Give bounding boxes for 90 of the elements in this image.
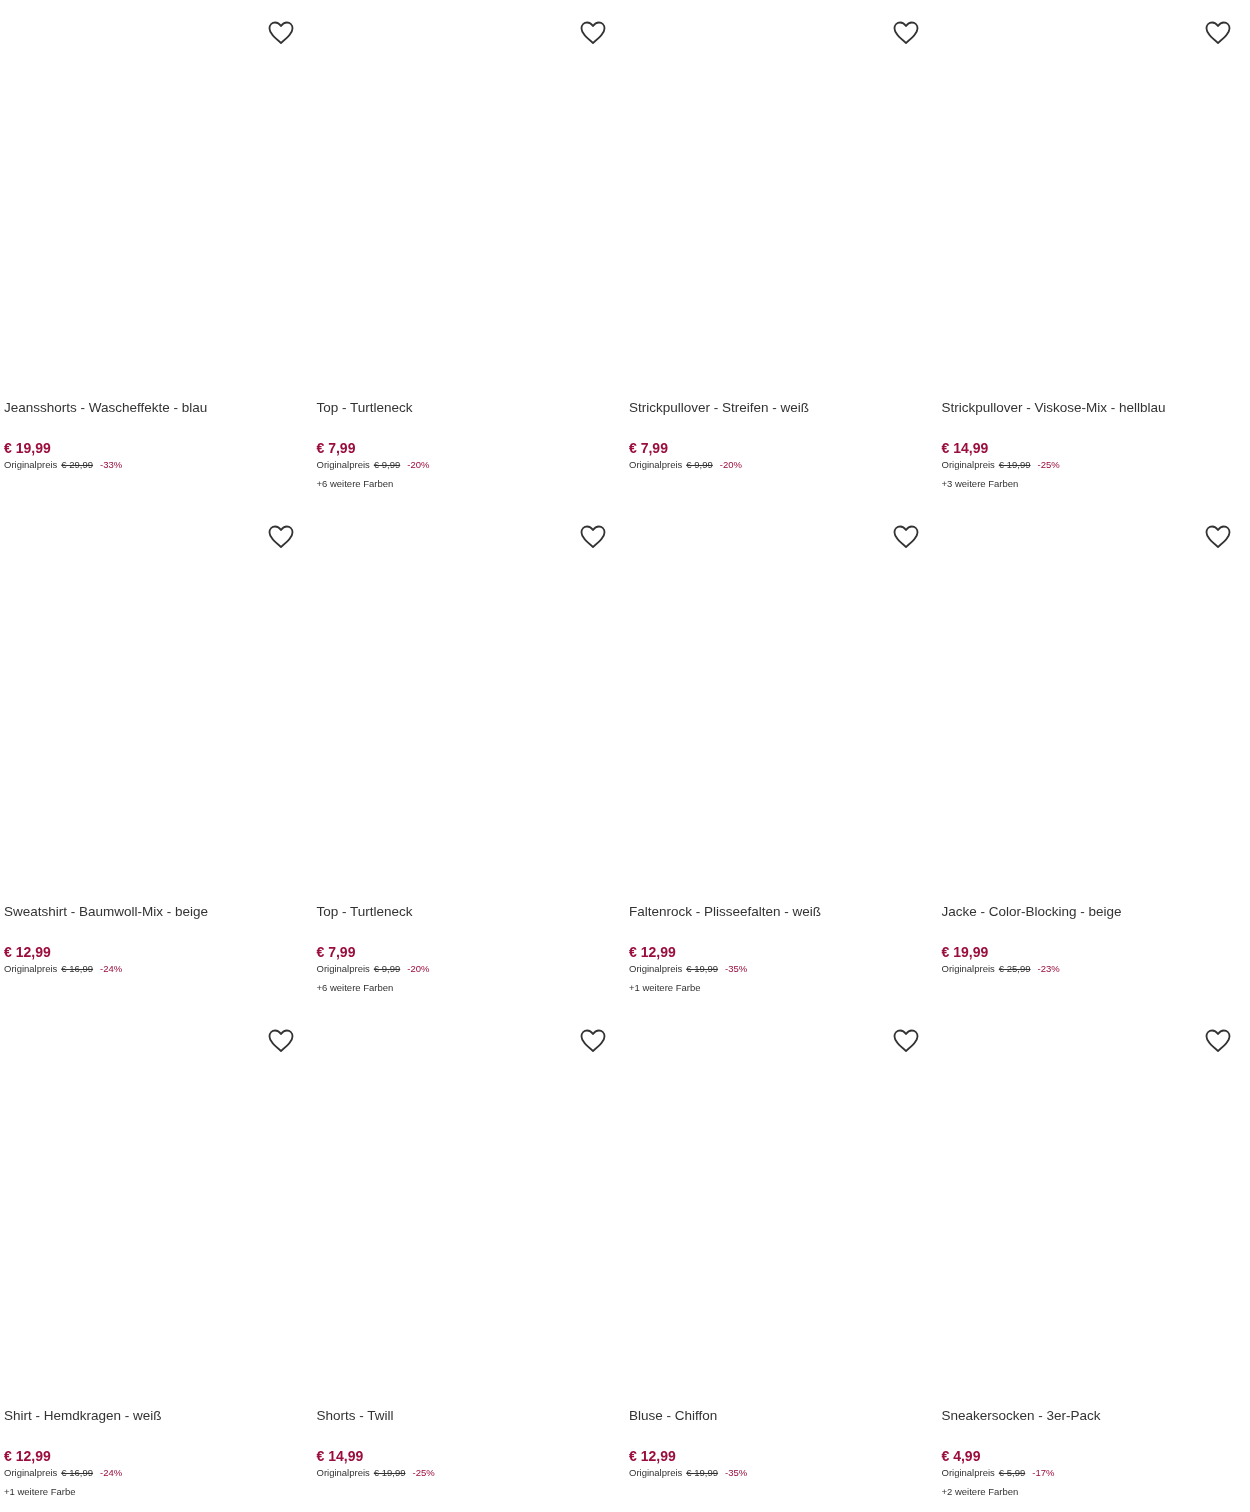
original-price-label: Originalpreis [941, 962, 995, 976]
original-price: € 29,99 [61, 458, 94, 472]
original-price-label: Originalpreis [316, 458, 370, 472]
original-price: € 9,99 [686, 458, 713, 472]
wishlist-button[interactable] [1204, 19, 1232, 47]
original-price: € 16,99 [61, 962, 94, 976]
discount: -35% [725, 1466, 748, 1480]
original-price-label: Originalpreis [629, 1466, 683, 1480]
more-colors[interactable]: +3 weitere Farben [941, 478, 1019, 489]
original-price: € 19,99 [686, 1466, 719, 1480]
original-price-label: Originalpreis [629, 962, 683, 976]
heart-icon [580, 525, 606, 549]
original-price-label: Originalpreis [4, 458, 58, 472]
wishlist-button[interactable] [1204, 523, 1232, 551]
discount: -25% [412, 1466, 435, 1480]
heart-icon [1205, 1029, 1231, 1053]
product-price: € 12,99 [629, 1448, 676, 1464]
product-price: € 19,99 [941, 944, 989, 960]
product-title[interactable]: Sweatshirt - Baumwoll-Mix - beige [4, 904, 209, 919]
product-title[interactable]: Shirt - Hemdkragen - weiß [4, 1408, 162, 1423]
wishlist-button[interactable] [1204, 1027, 1232, 1055]
product-price: € 4,99 [941, 1448, 981, 1464]
product-price: € 7,99 [629, 440, 668, 456]
more-colors[interactable]: +1 weitere Farbe [629, 982, 701, 993]
product-price: € 7,99 [316, 944, 356, 960]
wishlist-button[interactable] [579, 1027, 607, 1055]
discount: -35% [725, 962, 748, 976]
discount: -23% [1037, 962, 1060, 976]
heart-icon [580, 1029, 606, 1053]
product-title[interactable]: Faltenrock - Plisseefalten - weiß [629, 904, 822, 919]
product-price: € 12,99 [629, 944, 676, 960]
original-price-label: Originalpreis [4, 1466, 58, 1480]
product-price: € 12,99 [4, 944, 51, 960]
product-title[interactable]: Top - Turtleneck [316, 400, 413, 415]
original-price-label: Originalpreis [941, 458, 995, 472]
heart-icon [580, 21, 606, 45]
more-colors[interactable]: +6 weitere Farben [316, 982, 394, 993]
original-price-label: Originalpreis [316, 1466, 370, 1480]
original-price: € 9,99 [373, 962, 401, 976]
wishlist-button[interactable] [579, 19, 607, 47]
more-colors[interactable]: +6 weitere Farben [316, 478, 394, 489]
discount: -33% [100, 458, 123, 472]
wishlist-button[interactable] [266, 19, 295, 47]
discount: -24% [100, 1466, 123, 1480]
more-colors[interactable]: +1 weitere Farbe [4, 1486, 76, 1497]
original-price: € 19,99 [373, 1466, 406, 1480]
discount: -24% [100, 962, 123, 976]
original-price: € 5,99 [998, 1466, 1026, 1480]
heart-icon [892, 1029, 919, 1053]
product-price: € 19,99 [4, 440, 51, 456]
product-price: € 12,99 [4, 1448, 51, 1464]
original-price: € 25,99 [998, 962, 1031, 976]
product-title[interactable]: Jacke - Color-Blocking - beige [941, 904, 1122, 919]
wishlist-button[interactable] [891, 19, 920, 47]
wishlist-button[interactable] [579, 523, 607, 551]
heart-icon [892, 21, 919, 45]
discount: -20% [407, 962, 430, 976]
original-price: € 16,99 [61, 1466, 94, 1480]
original-price-label: Originalpreis [941, 1466, 995, 1480]
original-price-label: Originalpreis [316, 962, 370, 976]
discount: -25% [1037, 458, 1060, 472]
heart-icon [892, 525, 919, 549]
heart-icon [1205, 525, 1231, 549]
wishlist-button[interactable] [266, 523, 295, 551]
product-price: € 14,99 [941, 440, 989, 456]
product-title[interactable]: Jeansshorts - Wascheffekte - blau [4, 400, 208, 415]
wishlist-button[interactable] [266, 1027, 295, 1055]
original-price: € 19,99 [686, 962, 719, 976]
original-price: € 9,99 [373, 458, 401, 472]
product-title[interactable]: Sneakersocken - 3er-Pack [941, 1408, 1101, 1423]
product-title[interactable]: Bluse - Chiffon [629, 1408, 718, 1423]
original-price-label: Originalpreis [629, 458, 683, 472]
product-title[interactable]: Shorts - Twill [316, 1408, 394, 1423]
more-colors[interactable]: +2 weitere Farben [941, 1486, 1019, 1497]
product-title[interactable]: Strickpullover - Streifen - weiß [629, 400, 810, 415]
heart-icon [267, 21, 294, 45]
wishlist-button[interactable] [891, 523, 920, 551]
wishlist-button[interactable] [891, 1027, 920, 1055]
heart-icon [1205, 21, 1231, 45]
discount: -20% [719, 458, 742, 472]
product-price: € 7,99 [316, 440, 356, 456]
original-price: € 19,99 [998, 458, 1031, 472]
heart-icon [267, 1029, 294, 1053]
product-price: € 14,99 [316, 1448, 364, 1464]
discount: -20% [407, 458, 430, 472]
product-title[interactable]: Top - Turtleneck [316, 904, 413, 919]
product-title[interactable]: Strickpullover - Viskose-Mix - hellblau [941, 400, 1166, 415]
heart-icon [267, 525, 294, 549]
original-price-label: Originalpreis [4, 962, 58, 976]
discount: -17% [1032, 1466, 1055, 1480]
